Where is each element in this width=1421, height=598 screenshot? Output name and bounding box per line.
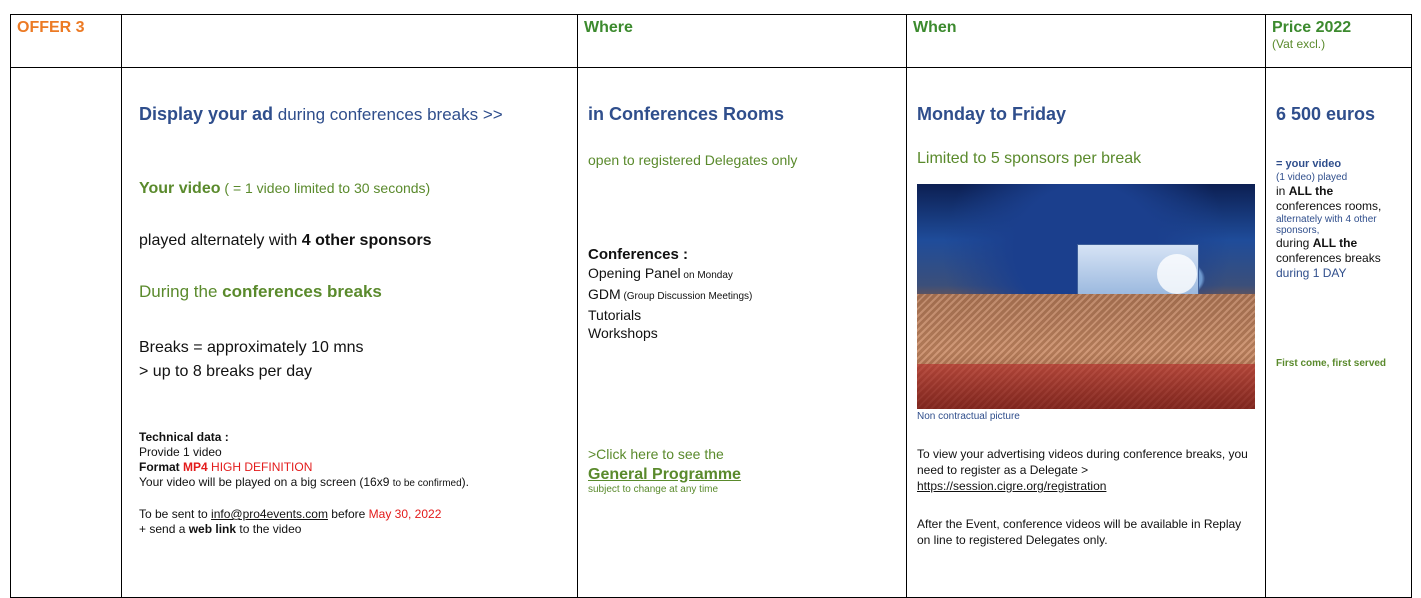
tutorials-item: Tutorials	[588, 307, 642, 323]
in-bold: ALL the	[1288, 184, 1334, 198]
breaks-block: Breaks = approximately 10 mns > up to 8 …	[139, 336, 364, 384]
click-text: >Click here to see the	[588, 446, 724, 462]
first-come: First come, first served	[1276, 358, 1387, 369]
opening-small: on Monday	[680, 270, 733, 281]
workshops-item: Workshops	[588, 325, 658, 341]
tech-provide: Provide 1 video	[139, 445, 222, 459]
send-line: To be sent to info@pro4events.com before…	[139, 507, 569, 522]
where-cell: in Conferences Rooms open to registered …	[577, 67, 907, 598]
opening-item: Opening Panel on Monday	[588, 264, 752, 285]
vat-label: (Vat excl.)	[1272, 37, 1326, 51]
during-all: during ALL the	[1276, 236, 1408, 251]
registration-link[interactable]: https://session.cigre.org/registration	[917, 478, 1257, 494]
programme-link[interactable]: General Programme	[588, 466, 741, 484]
programme-note: subject to change at any time	[588, 484, 719, 495]
day-text: during 1 DAY	[1276, 266, 1347, 280]
tech-title: Technical data :	[139, 430, 229, 444]
tech-mp4: MP4	[183, 460, 208, 474]
played-bold: 4 other sponsors	[301, 232, 432, 249]
header-where: Where	[577, 14, 907, 68]
breaks-count: > up to 8 breaks per day	[139, 363, 312, 380]
view-sentence: To view your advertising videos during c…	[917, 447, 1248, 477]
alt-text: alternately with 4 other sponsors,	[1276, 214, 1377, 236]
gdm-item: GDM (Group Discussion Meetings)	[588, 285, 752, 306]
tech-screen: Your video will be played on a big scree…	[139, 475, 569, 491]
send2-post: to the video	[236, 522, 302, 536]
tech-screen-a: Your video will be played on a big scree…	[139, 475, 393, 489]
price-value: 6 500 euros	[1276, 104, 1376, 124]
conferences-title: Conferences :	[588, 246, 689, 263]
during-line: During the conferences breaks	[139, 282, 382, 302]
photo-caption: Non contractual picture	[917, 411, 1020, 422]
stage-light	[1157, 254, 1197, 294]
tech-hd: HIGH DEFINITION	[207, 460, 313, 474]
display-rest: during conferences breaks >>	[273, 105, 503, 124]
price-label: Price 2022	[1272, 19, 1352, 36]
display-bold: Display your ad	[139, 104, 274, 124]
breaks-duration: Breaks = approximately 10 mns	[139, 339, 364, 356]
played-line: played alternately with 4 other sponsors	[139, 232, 432, 250]
offer-blank-cell	[10, 67, 122, 598]
video-line: Your video ( = 1 video limited to 30 sec…	[139, 180, 430, 198]
limited-text: Limited to 5 sponsors per break	[917, 150, 1142, 167]
one-video: (1 video) played	[1276, 172, 1348, 183]
send2-bold: web link	[188, 522, 237, 536]
view-text: To view your advertising videos during c…	[917, 446, 1257, 494]
when-title: Monday to Friday	[917, 104, 1067, 124]
email-link[interactable]: info@pro4events.com	[211, 507, 328, 521]
header-offer: OFFER 3	[10, 14, 122, 68]
programme-block: >Click here to see the General Programme…	[588, 446, 741, 495]
rooms-text: conferences rooms,	[1276, 199, 1382, 213]
eq-video: = your video	[1276, 158, 1342, 170]
during-pre: During the	[139, 282, 223, 301]
in-all: in ALL the	[1276, 184, 1408, 199]
video-bold: Your video	[139, 180, 221, 197]
conferences-list: Conferences : Opening Panel on Monday GD…	[588, 246, 752, 342]
send-pre: To be sent to	[139, 507, 212, 521]
send-mid: before	[327, 507, 369, 521]
tech-screen-c: ).	[461, 475, 469, 489]
price-cell: 6 500 euros = your video (1 video) playe…	[1265, 67, 1412, 598]
header-row: OFFER 3 Where When Price 2022 (Vat excl.…	[10, 14, 1412, 68]
seats	[917, 364, 1255, 409]
where-title: in Conferences Rooms	[588, 104, 785, 124]
in-pre: in	[1276, 184, 1289, 198]
after-text: After the Event, conference videos will …	[917, 517, 1242, 547]
during-pre-4: during	[1276, 236, 1313, 250]
send2-line: + send a web link to the video	[139, 522, 569, 537]
tech-format: Format MP4 HIGH DEFINITION	[139, 460, 569, 475]
header-price: Price 2022 (Vat excl.)	[1265, 14, 1412, 68]
price-details: = your video (1 video) played in ALL the…	[1276, 158, 1408, 281]
description-cell: Display your ad during conferences break…	[121, 67, 578, 598]
gdm-label: GDM	[588, 286, 621, 302]
header-when: When	[906, 14, 1266, 68]
when-label: When	[913, 19, 957, 36]
gdm-small: (Group Discussion Meetings)	[620, 291, 753, 302]
send-date: May 30, 2022	[368, 507, 442, 521]
when-cell: Monday to Friday Limited to 5 sponsors p…	[906, 67, 1266, 598]
offer-table: OFFER 3 Where When Price 2022 (Vat excl.…	[10, 14, 1412, 598]
conference-photo	[917, 184, 1255, 409]
tech-screen-b: to be confirmed	[392, 478, 462, 489]
tech-format-label: Format	[139, 460, 184, 474]
send2-pre: + send a	[139, 522, 189, 536]
during-bold: conferences breaks	[222, 282, 382, 301]
played-pre: played alternately with	[139, 232, 302, 249]
where-label: Where	[584, 19, 633, 36]
during-bold-4: ALL the	[1312, 236, 1358, 250]
header-blank	[121, 14, 578, 68]
video-rest: ( = 1 video limited to 30 seconds)	[220, 180, 431, 196]
opening-label: Opening Panel	[588, 265, 681, 281]
where-open: open to registered Delegates only	[588, 152, 798, 168]
display-line: Display your ad during conferences break…	[139, 104, 503, 125]
offer-label: OFFER 3	[17, 19, 85, 36]
technical-data: Technical data : Provide 1 video Format …	[139, 430, 569, 537]
breaks-text: conferences breaks	[1276, 251, 1381, 265]
content-row: Display your ad during conferences break…	[10, 67, 1412, 598]
